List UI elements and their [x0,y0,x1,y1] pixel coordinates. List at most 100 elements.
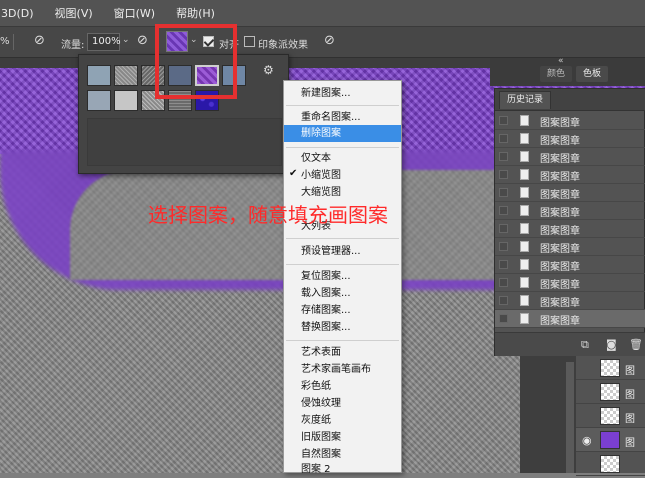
history-label: 图案图章 [540,262,580,273]
panel-tab-bar: « 颜色 色板 [490,56,645,86]
layer-row[interactable] [576,452,645,476]
history-row[interactable]: 图案图章 [495,238,645,256]
gear-icon[interactable]: ⚙ [263,63,274,77]
pattern-swatch[interactable] [114,65,138,86]
impressionist-checkbox[interactable] [244,36,255,47]
menu-item-replace-patterns[interactable]: 替换图案... [284,319,401,336]
layer-thumbnail [600,359,620,377]
layer-row-active[interactable]: ◉ 图 [576,428,645,452]
menu-item-artist-surfaces[interactable]: 艺术表面 [284,344,401,361]
history-checkbox[interactable] [499,134,508,143]
history-row[interactable]: 图案图章 [495,274,645,292]
history-checkbox[interactable] [499,314,508,323]
opacity-value[interactable]: % [0,36,10,47]
pattern-swatch[interactable] [114,90,138,111]
history-row[interactable]: 图案图章 [495,256,645,274]
menu-separator [286,238,399,239]
history-footer: ⧉ ◙ 🗑 [495,332,645,356]
history-checkbox[interactable] [499,278,508,287]
history-label: 图案图章 [540,298,580,309]
history-checkbox[interactable] [499,224,508,233]
history-row[interactable]: 图案图章 [495,220,645,238]
menu-item-new-pattern[interactable]: 新建图案... [284,85,401,102]
layer-thumbnail [600,431,620,449]
history-checkbox[interactable] [499,206,508,215]
menu-item-color-paper[interactable]: 彩色纸 [284,378,401,395]
layer-row[interactable]: 图 [576,356,645,380]
menu-item-delete-pattern[interactable]: 删除图案 [284,125,401,142]
history-label: 图案图章 [540,136,580,147]
pattern-swatch[interactable] [87,90,111,111]
history-step-icon [520,133,529,144]
menu-item-save-patterns[interactable]: 存储图案... [284,302,401,319]
camera-icon[interactable]: ◙ [606,338,617,351]
chevron-down-icon[interactable]: ⌄ [122,35,130,45]
history-row[interactable]: 图案图章 [495,184,645,202]
menu-3d[interactable]: 3D(D) [1,7,34,20]
history-row[interactable]: 图案图章 [495,292,645,310]
menu-window[interactable]: 窗口(W) [114,5,155,21]
scrollbar-thumb[interactable] [566,362,574,473]
trash-icon[interactable]: 🗑 [629,338,643,351]
layer-thumbnail [600,407,620,425]
pressure-size-icon[interactable]: ⊘ [324,33,335,48]
history-label: 图案图章 [540,280,580,291]
flow-input[interactable]: 100% [87,33,121,51]
history-step-icon [520,169,529,180]
menu-item-rename-pattern[interactable]: 重命名图案... [284,109,401,126]
highlight-box [155,24,237,99]
history-step-icon [520,241,529,252]
menu-separator [286,147,399,148]
menu-item-text-only[interactable]: 仅文本 [284,150,401,167]
history-checkbox[interactable] [499,242,508,251]
tab-swatches[interactable]: 色板 [576,66,608,82]
eye-icon[interactable]: ◉ [582,434,592,447]
impressionist-label: 印象派效果 [258,40,308,51]
pattern-swatch[interactable] [87,65,111,86]
history-step-icon [520,295,529,306]
history-row[interactable]: 图案图章 [495,130,645,148]
airbrush-icon[interactable]: ⊘ [137,33,148,48]
tab-color[interactable]: 颜色 [540,66,572,82]
menu-view[interactable]: 视图(V) [55,5,93,21]
history-step-icon [520,115,529,126]
menu-item-reset-patterns[interactable]: 复位图案... [284,268,401,285]
history-checkbox[interactable] [499,152,508,161]
history-checkbox[interactable] [499,116,508,125]
history-row[interactable]: 图案图章 [495,166,645,184]
history-row-selected[interactable]: 图案图章 [495,310,645,328]
history-row[interactable]: 图案图章 [495,148,645,166]
history-label: 图案图章 [540,172,580,183]
menu-item-grayscale-paper[interactable]: 灰度纸 [284,412,401,429]
menu-item-legacy-patterns[interactable]: 旧版图案 [284,429,401,446]
tab-history[interactable]: 历史记录 [499,91,551,109]
new-document-icon[interactable]: ⧉ [581,338,589,352]
history-step-icon [520,187,529,198]
menu-item-erodible-textures[interactable]: 侵蚀纹理 [284,395,401,412]
pattern-context-menu: 新建图案... 重命名图案... 删除图案 仅文本 ✔ 小缩览图 大缩览图 大列… [283,80,402,475]
history-checkbox[interactable] [499,296,508,305]
menu-item-patterns-2[interactable]: 图案 2 [284,461,401,478]
history-label: 图案图章 [540,118,580,129]
history-row[interactable]: 图案图章 [495,112,645,130]
menu-help[interactable]: 帮助(H) [176,5,215,21]
pressure-opacity-icon[interactable]: ⊘ [34,33,45,48]
layer-row[interactable]: 图 [576,380,645,404]
menu-item-load-patterns[interactable]: 载入图案... [284,285,401,302]
menu-item-artists-brushes-canvas[interactable]: 艺术家画笔画布 [284,361,401,378]
history-label: 图案图章 [540,154,580,165]
menu-separator [286,264,399,265]
history-row[interactable]: 图案图章 [495,202,645,220]
menu-item-small-thumbnail[interactable]: 小缩览图 [284,167,401,184]
history-step-icon [520,223,529,234]
history-checkbox[interactable] [499,188,508,197]
history-label: 图案图章 [540,226,580,237]
layer-thumbnail [600,383,620,401]
menu-item-preset-manager[interactable]: 预设管理器... [284,243,401,260]
history-step-icon [520,313,529,324]
collapse-icon[interactable]: « [558,56,564,66]
layer-row[interactable]: 图 [576,404,645,428]
layer-name: 图 [625,390,635,401]
history-checkbox[interactable] [499,170,508,179]
history-checkbox[interactable] [499,260,508,269]
